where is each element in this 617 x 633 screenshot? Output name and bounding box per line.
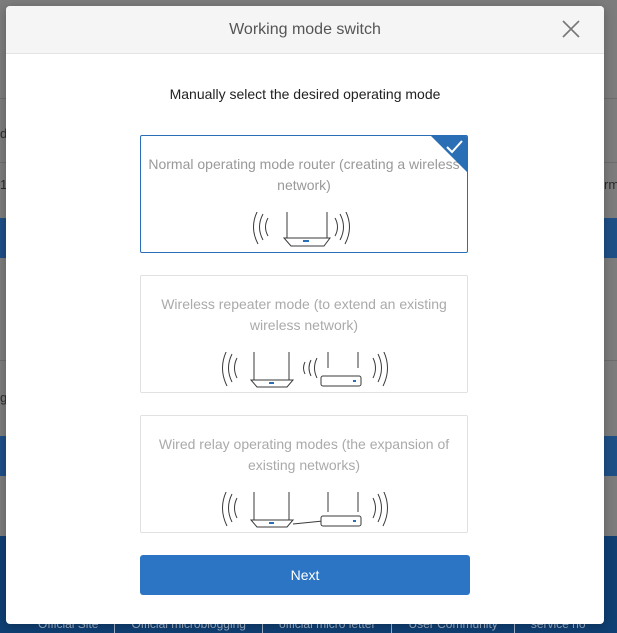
mode-label: Wired relay operating modes (the expansi… — [158, 436, 450, 473]
mode-option-wired-relay[interactable]: Wired relay operating modes (the expansi… — [140, 415, 468, 533]
dialog-subtitle: Manually select the desired operating mo… — [169, 86, 441, 102]
cable-icon — [222, 492, 388, 528]
checkmark-icon — [431, 136, 467, 172]
dialog-title: Working mode switch — [229, 20, 381, 38]
mode-option-wireless-repeater[interactable]: Wireless repeater mode (to extend an exi… — [140, 275, 468, 393]
next-button[interactable]: Next — [140, 555, 470, 595]
router-icon — [253, 212, 350, 247]
dialog-header: Working mode switch — [6, 6, 604, 54]
mode-option-router[interactable]: Normal operating mode router (creating a… — [140, 135, 468, 253]
close-icon — [562, 20, 580, 38]
bg-fragment: rm — [604, 177, 617, 192]
repeater-icon — [222, 352, 388, 388]
mode-label: Normal operating mode router (creating a… — [148, 156, 460, 193]
close-button[interactable] — [560, 18, 582, 40]
working-mode-dialog: Working mode switch Manually select the … — [6, 6, 604, 624]
mode-label: Wireless repeater mode (to extend an exi… — [161, 296, 447, 333]
